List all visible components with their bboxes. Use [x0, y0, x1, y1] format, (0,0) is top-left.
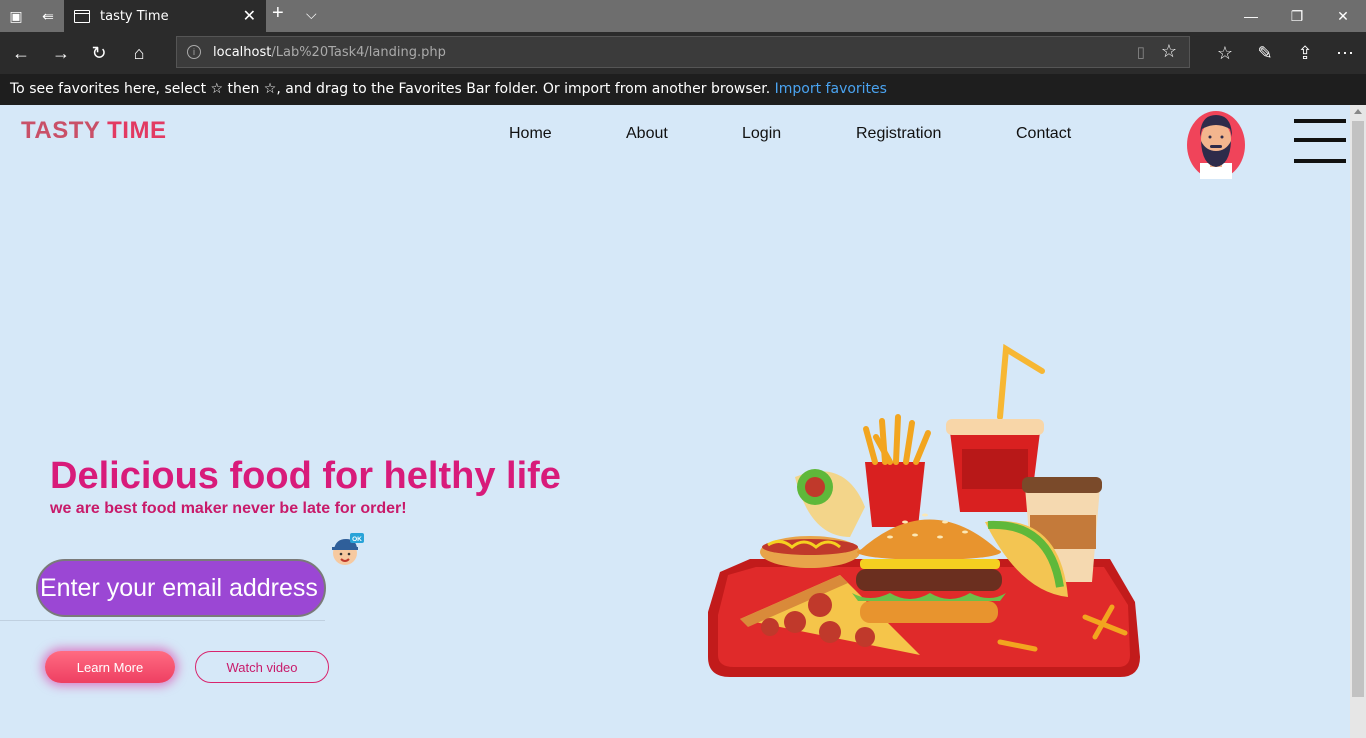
browser-tab[interactable]: tasty Time ✕	[64, 0, 266, 32]
chevron-down-icon[interactable]: ⌵	[306, 6, 317, 23]
nav-home[interactable]: Home	[509, 125, 552, 143]
close-tab-icon[interactable]: ✕	[243, 6, 256, 26]
favorite-star-icon[interactable]: ☆	[1161, 41, 1177, 62]
nav-login[interactable]: Login	[742, 125, 781, 143]
close-window-icon[interactable]: ✕	[1320, 0, 1366, 32]
url-text: localhost/Lab%20Task4/landing.php	[213, 45, 446, 60]
hero-subline: we are best food maker never be late for…	[50, 500, 407, 517]
favorites-icon[interactable]: ☆	[1210, 38, 1240, 68]
fast-food-illustration	[708, 343, 1140, 677]
info-icon[interactable]: i	[187, 45, 201, 59]
refresh-icon[interactable]: ↻	[84, 38, 114, 68]
divider-line	[0, 620, 325, 621]
hamburger-menu-icon[interactable]	[1294, 119, 1346, 167]
page-icon	[74, 9, 90, 23]
import-favorites-link[interactable]: Import favorites	[775, 81, 887, 97]
browser-nav-bar: ← → ↻ ⌂ i localhost/Lab%20Task4/landing.…	[0, 32, 1366, 74]
address-bar[interactable]: i localhost/Lab%20Task4/landing.php ▯ ☆	[176, 36, 1190, 68]
pen-icon[interactable]: ✎	[1250, 38, 1280, 68]
nav-contact[interactable]: Contact	[1016, 125, 1071, 143]
share-icon[interactable]: ⇪	[1290, 38, 1320, 68]
nav-registration[interactable]: Registration	[856, 125, 941, 143]
brand-logo[interactable]: TASTY TIME	[21, 117, 166, 145]
set-tabs-aside-icon[interactable]: ⇚	[32, 0, 64, 32]
ok-emoji-icon: OK	[332, 533, 364, 565]
restore-icon[interactable]: ❐	[1274, 0, 1320, 32]
back-icon[interactable]: ←	[6, 38, 36, 68]
new-tab-icon[interactable]: +	[272, 2, 284, 25]
browser-tab-bar: ▣ ⇚ tasty Time ✕ + ⌵ — ❐ ✕	[0, 0, 1366, 32]
page-content: TASTY TIME Home About Login Registration…	[0, 105, 1350, 738]
home-icon[interactable]: ⌂	[124, 38, 154, 68]
watch-video-button[interactable]: Watch video	[195, 651, 329, 683]
page-scrollbar[interactable]	[1350, 105, 1366, 738]
scrollbar-thumb[interactable]	[1352, 121, 1364, 697]
svg-text:OK: OK	[352, 536, 362, 543]
learn-more-button[interactable]: Learn More	[45, 651, 175, 683]
tab-actions-icon[interactable]: ▣	[0, 0, 32, 32]
forward-icon[interactable]: →	[46, 38, 76, 68]
scroll-up-icon[interactable]	[1354, 109, 1362, 114]
favorites-bar: To see favorites here, select ☆ then ☆, …	[0, 74, 1366, 105]
more-icon[interactable]: ⋯	[1330, 38, 1360, 68]
favorites-message: To see favorites here, select ☆ then ☆, …	[10, 81, 771, 97]
tab-title: tasty Time	[100, 8, 169, 24]
avatar[interactable]	[1186, 105, 1246, 181]
hero-headline: Delicious food for helthy life	[50, 455, 561, 497]
email-field[interactable]	[36, 559, 326, 617]
nav-about[interactable]: About	[626, 125, 668, 143]
minimize-icon[interactable]: —	[1228, 0, 1274, 32]
reading-view-icon[interactable]: ▯	[1137, 43, 1145, 61]
